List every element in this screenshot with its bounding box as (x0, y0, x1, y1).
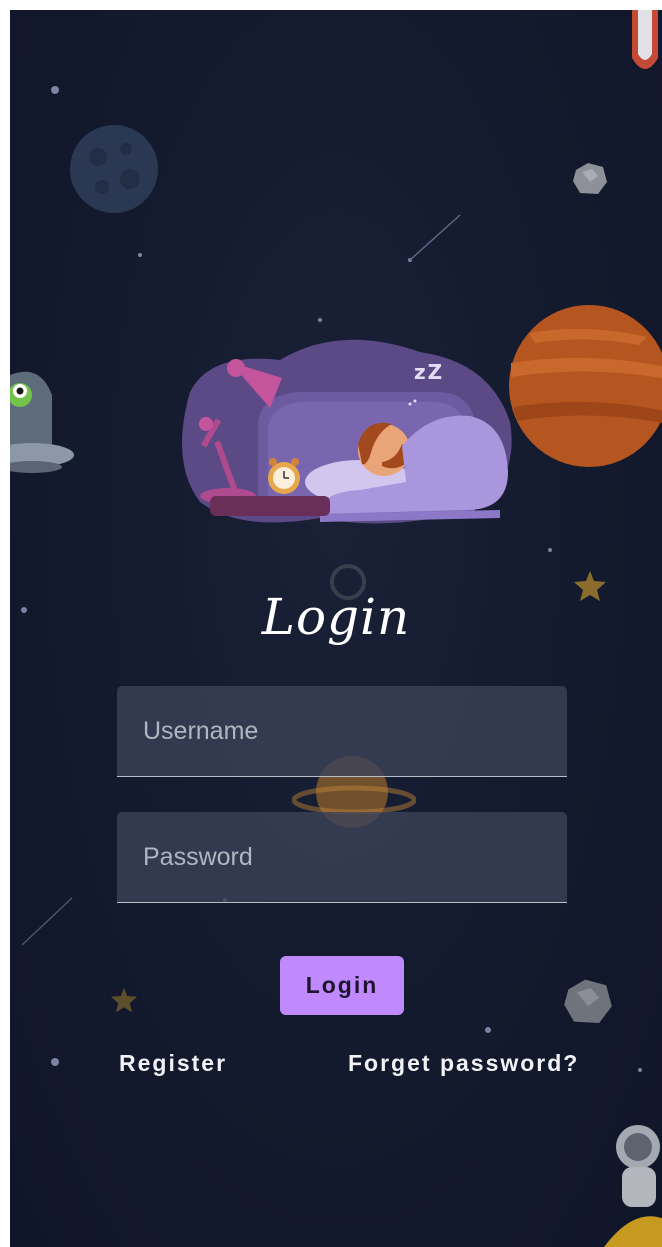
password-input[interactable] (117, 812, 567, 902)
sleep-zz-text: zZ (414, 360, 445, 384)
username-field-container (117, 686, 567, 777)
moon-icon (70, 125, 158, 213)
password-field-container (117, 812, 567, 903)
register-link[interactable]: Register (119, 1050, 227, 1077)
login-button[interactable]: Login (280, 956, 404, 1015)
asteroid-icon (573, 163, 607, 194)
star-icon (111, 987, 137, 1013)
planet-icon (509, 305, 662, 467)
login-screen: zZ Login Login Register Forget password? (10, 10, 662, 1247)
shooting-star (21, 897, 73, 946)
astronaut-icon (604, 1125, 662, 1247)
rocket-icon (632, 10, 658, 69)
page-title: Login (261, 588, 411, 646)
asteroid-icon (564, 979, 612, 1023)
alien-ufo-icon (10, 371, 74, 473)
shooting-star (409, 214, 461, 261)
username-input[interactable] (117, 686, 567, 776)
forgot-password-link[interactable]: Forget password? (348, 1050, 579, 1077)
sleep-dots (408, 399, 417, 406)
sleeping-man-illustration (182, 339, 512, 524)
